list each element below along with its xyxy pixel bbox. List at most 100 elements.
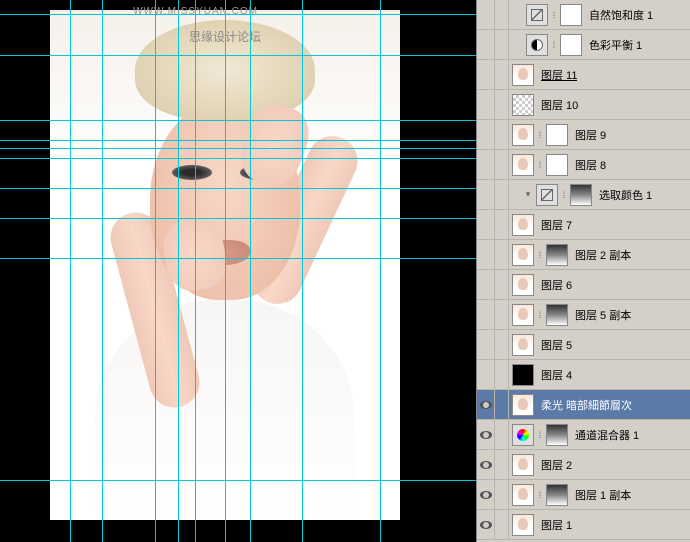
mask-link-icon[interactable]: ⁞ xyxy=(536,159,544,171)
layer-thumbnail[interactable] xyxy=(512,64,534,86)
link-column[interactable] xyxy=(495,390,509,419)
visibility-toggle[interactable] xyxy=(477,360,495,389)
layer-name[interactable]: 图层 6 xyxy=(537,277,572,293)
mask-thumbnail[interactable] xyxy=(546,244,568,266)
visibility-toggle[interactable] xyxy=(477,420,495,449)
mask-link-icon[interactable]: ⁞ xyxy=(560,189,568,201)
link-column[interactable] xyxy=(495,210,509,239)
layer-row[interactable]: 柔光 暗部細節層次 xyxy=(477,390,690,420)
visibility-toggle[interactable] xyxy=(477,120,495,149)
layer-name[interactable]: 色彩平衡 1 xyxy=(585,37,642,53)
layer-thumbnail[interactable] xyxy=(512,334,534,356)
layer-name[interactable]: 图层 11 xyxy=(537,67,577,83)
layer-row[interactable]: ⁞ 图层 8 xyxy=(477,150,690,180)
layer-name[interactable]: 图层 9 xyxy=(571,127,606,143)
layer-row[interactable]: ▾⁞选取颜色 1 xyxy=(477,180,690,210)
layer-row[interactable]: ⁞ 通道混合器 1 xyxy=(477,420,690,450)
visibility-toggle[interactable] xyxy=(477,210,495,239)
layer-thumbnail[interactable] xyxy=(512,304,534,326)
visibility-toggle[interactable] xyxy=(477,90,495,119)
adjustment-thumbnail[interactable] xyxy=(536,184,558,206)
layer-thumbnail[interactable] xyxy=(512,124,534,146)
visibility-toggle[interactable] xyxy=(477,480,495,509)
layer-row[interactable]: ⁞ 图层 2 副本 xyxy=(477,240,690,270)
mask-link-icon[interactable]: ⁞ xyxy=(550,9,558,21)
link-column[interactable] xyxy=(495,60,509,89)
layer-row[interactable]: 图层 6 xyxy=(477,270,690,300)
mask-link-icon[interactable]: ⁞ xyxy=(536,489,544,501)
layer-thumbnail[interactable] xyxy=(512,484,534,506)
layer-row[interactable]: ⁞ 图层 9 xyxy=(477,120,690,150)
adjustment-thumbnail[interactable] xyxy=(526,34,548,56)
link-column[interactable] xyxy=(495,510,509,539)
layer-name[interactable]: 图层 8 xyxy=(571,157,606,173)
mask-link-icon[interactable]: ⁞ xyxy=(550,39,558,51)
link-column[interactable] xyxy=(495,120,509,149)
layer-thumbnail[interactable] xyxy=(512,244,534,266)
layer-name[interactable]: 图层 7 xyxy=(537,217,572,233)
layer-row[interactable]: 图层 11 xyxy=(477,60,690,90)
layer-name[interactable]: 柔光 暗部細節層次 xyxy=(537,397,632,413)
layer-row[interactable]: ⁞ 色彩平衡 1 xyxy=(477,30,690,60)
layer-row[interactable]: 图层 2 xyxy=(477,450,690,480)
visibility-toggle[interactable] xyxy=(477,150,495,179)
layer-name[interactable]: 图层 10 xyxy=(537,97,578,113)
visibility-toggle[interactable] xyxy=(477,0,495,29)
layer-thumbnail[interactable] xyxy=(512,214,534,236)
link-column[interactable] xyxy=(495,450,509,479)
link-column[interactable] xyxy=(495,480,509,509)
layer-row[interactable]: ⁞ 自然饱和度 1 xyxy=(477,0,690,30)
link-column[interactable] xyxy=(495,150,509,179)
visibility-toggle[interactable] xyxy=(477,240,495,269)
visibility-toggle[interactable] xyxy=(477,510,495,539)
layer-thumbnail[interactable] xyxy=(512,94,534,116)
adjustment-thumbnail[interactable] xyxy=(512,424,534,446)
link-column[interactable] xyxy=(495,240,509,269)
mask-link-icon[interactable]: ⁞ xyxy=(536,309,544,321)
visibility-toggle[interactable] xyxy=(477,300,495,329)
layer-name[interactable]: 通道混合器 1 xyxy=(571,427,639,443)
layer-thumbnail[interactable] xyxy=(512,514,534,536)
mask-thumbnail[interactable] xyxy=(560,34,582,56)
layer-thumbnail[interactable] xyxy=(512,274,534,296)
adjustment-thumbnail[interactable] xyxy=(526,4,548,26)
link-column[interactable] xyxy=(495,330,509,359)
layer-row[interactable]: ⁞ 图层 5 副本 xyxy=(477,300,690,330)
mask-thumbnail[interactable] xyxy=(546,154,568,176)
layer-name[interactable]: 图层 1 副本 xyxy=(571,487,631,503)
layer-name[interactable]: 图层 4 xyxy=(537,367,572,383)
link-column[interactable] xyxy=(495,0,509,29)
layer-thumbnail[interactable] xyxy=(512,154,534,176)
document-image[interactable]: 思缘设计论坛 xyxy=(50,10,400,520)
layer-name[interactable]: 图层 2 xyxy=(537,457,572,473)
layer-name[interactable]: 图层 5 副本 xyxy=(571,307,631,323)
layer-name[interactable]: 自然饱和度 1 xyxy=(585,7,653,23)
mask-link-icon[interactable]: ⁞ xyxy=(536,429,544,441)
link-column[interactable] xyxy=(495,300,509,329)
mask-link-icon[interactable]: ⁞ xyxy=(536,129,544,141)
mask-thumbnail[interactable] xyxy=(560,4,582,26)
visibility-toggle[interactable] xyxy=(477,330,495,359)
visibility-toggle[interactable] xyxy=(477,450,495,479)
layer-row[interactable]: 图层 7 xyxy=(477,210,690,240)
link-column[interactable] xyxy=(495,90,509,119)
visibility-toggle[interactable] xyxy=(477,180,495,209)
mask-link-icon[interactable]: ⁞ xyxy=(536,249,544,261)
mask-thumbnail[interactable] xyxy=(546,424,568,446)
layer-row[interactable]: 图层 1 xyxy=(477,510,690,540)
layer-thumbnail[interactable] xyxy=(512,394,534,416)
layer-name[interactable]: 图层 2 副本 xyxy=(571,247,631,263)
mask-thumbnail[interactable] xyxy=(570,184,592,206)
layer-thumbnail[interactable] xyxy=(512,364,534,386)
layer-thumbnail[interactable] xyxy=(512,454,534,476)
layer-row[interactable]: 图层 4 xyxy=(477,360,690,390)
mask-thumbnail[interactable] xyxy=(546,484,568,506)
mask-thumbnail[interactable] xyxy=(546,304,568,326)
visibility-toggle[interactable] xyxy=(477,270,495,299)
layer-row[interactable]: 图层 5 xyxy=(477,330,690,360)
link-column[interactable] xyxy=(495,30,509,59)
link-column[interactable] xyxy=(495,270,509,299)
layer-name[interactable]: 选取颜色 1 xyxy=(595,187,652,203)
layer-row[interactable]: 图层 10 xyxy=(477,90,690,120)
layer-name[interactable]: 图层 5 xyxy=(537,337,572,353)
